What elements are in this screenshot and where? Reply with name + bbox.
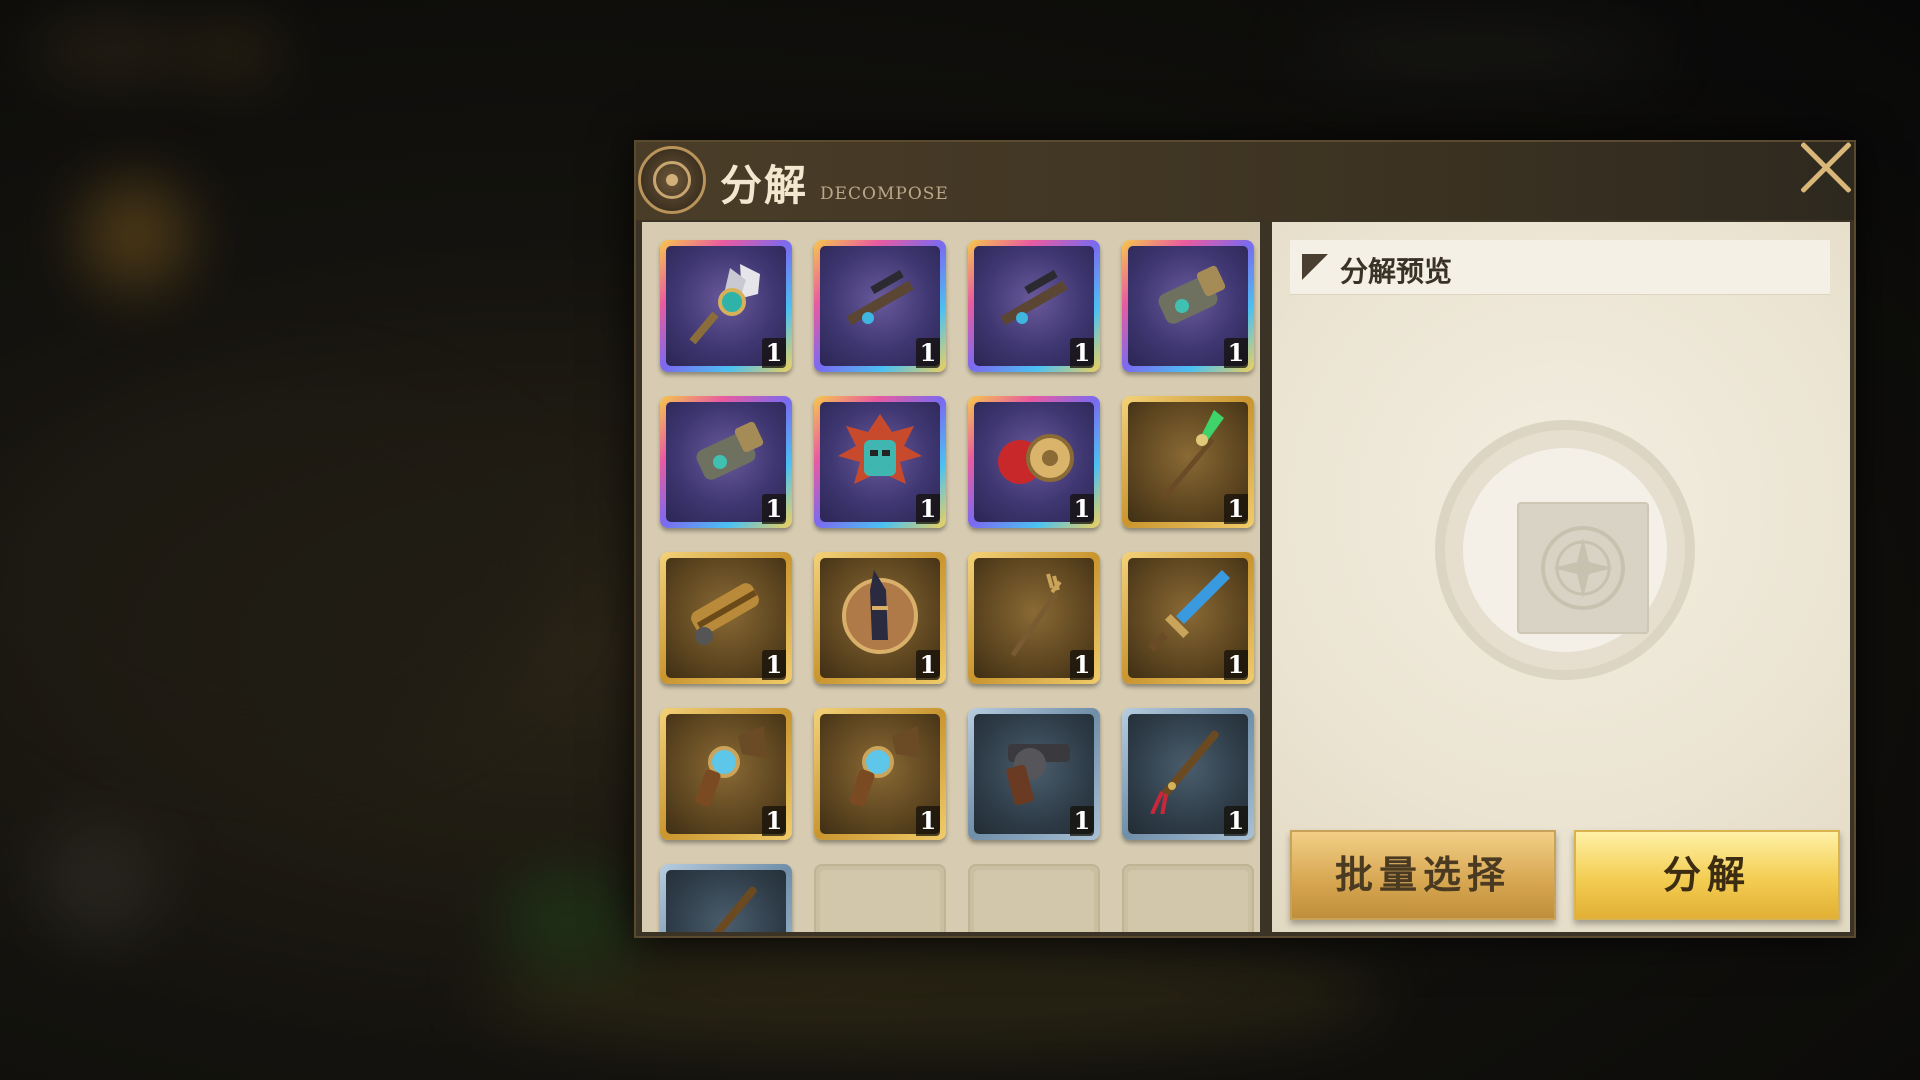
crystal-sword-icon — [1148, 570, 1230, 652]
item-count: 1 — [1070, 338, 1094, 368]
gear-emblem-icon — [638, 146, 706, 214]
item-count: 1 — [916, 338, 940, 368]
decompose-dialog: 分解 DECOMPOSE 1 1 1 1 1 1 1 1 1 1 1 1 1 1 1 1 分解预览 批量选择 — [634, 140, 1856, 938]
horn-blunderbuss-icon — [695, 726, 766, 807]
preview-header: 分解预览 — [1290, 240, 1830, 295]
antler-staff-icon — [1010, 573, 1062, 657]
empty-item-slot — [814, 864, 946, 932]
item-slot[interactable] — [660, 864, 792, 932]
dialog-title: 分解 — [720, 161, 809, 210]
empty-slot-frame — [1128, 870, 1248, 932]
arm-cannon-icon — [1158, 265, 1226, 324]
item-grid: 1 1 1 1 1 1 1 1 1 1 1 1 1 1 1 1 — [660, 240, 1254, 932]
item-slot[interactable]: 1 — [660, 240, 792, 372]
item-count: 1 — [1224, 494, 1248, 524]
revolver-icon — [1006, 744, 1070, 806]
apple-and-ring-icon — [998, 434, 1074, 484]
empty-slot-frame — [820, 870, 940, 932]
item-slot[interactable]: 1 — [968, 552, 1100, 684]
item-count: 1 — [1070, 650, 1094, 680]
close-button[interactable] — [1796, 138, 1856, 198]
dialog-subtitle: DECOMPOSE — [820, 184, 949, 204]
tasseled-rod-icon — [699, 886, 757, 932]
preview-title: 分解预览 — [1340, 255, 1453, 288]
item-count: 1 — [916, 806, 940, 836]
preview-result-slot — [1517, 502, 1649, 634]
item-slot[interactable]: 1 — [660, 396, 792, 528]
jade-spear-icon — [1162, 410, 1224, 500]
item-count: 1 — [762, 494, 786, 524]
item-count: 1 — [1224, 338, 1248, 368]
sniper-rifle-icon — [1000, 270, 1068, 326]
item-slot[interactable]: 1 — [660, 552, 792, 684]
preview-ring — [1463, 448, 1667, 652]
item-slot[interactable]: 1 — [660, 708, 792, 840]
item-slot[interactable]: 1 — [814, 240, 946, 372]
item-count: 1 — [916, 494, 940, 524]
dialog-header: 分解 DECOMPOSE — [636, 142, 1854, 220]
compass-icon — [1541, 526, 1625, 610]
empty-slot-frame — [974, 870, 1094, 932]
flag-icon — [1302, 254, 1328, 280]
item-count: 1 — [762, 650, 786, 680]
item-slot[interactable]: 1 — [1122, 396, 1254, 528]
item-slot[interactable]: 1 — [968, 396, 1100, 528]
item-slot[interactable]: 1 — [968, 240, 1100, 372]
item-slot[interactable]: 1 — [814, 708, 946, 840]
gatling-gun-icon — [691, 583, 759, 645]
item-grid-panel[interactable]: 1 1 1 1 1 1 1 1 1 1 1 1 1 1 1 1 — [642, 222, 1260, 932]
item-count: 1 — [762, 338, 786, 368]
item-slot[interactable]: 1 — [1122, 708, 1254, 840]
item-count: 1 — [1070, 494, 1094, 524]
item-slot[interactable]: 1 — [814, 396, 946, 528]
tribal-mask-icon — [838, 414, 922, 484]
item-count: 1 — [916, 650, 940, 680]
sniper-rifle-icon — [846, 270, 914, 326]
item-slot[interactable]: 1 — [1122, 240, 1254, 372]
item-count: 1 — [1224, 650, 1248, 680]
empty-item-slot — [968, 864, 1100, 932]
anubis-shield-icon — [842, 570, 918, 654]
horn-blunderbuss-icon — [849, 726, 920, 807]
item-slot[interactable]: 1 — [1122, 552, 1254, 684]
arm-cannon-icon — [696, 421, 764, 480]
feather-scepter-icon — [689, 264, 760, 345]
decompose-preview-panel: 分解预览 批量选择 分解 — [1272, 222, 1850, 932]
preview-emblem — [1445, 430, 1685, 670]
item-slot[interactable]: 1 — [968, 708, 1100, 840]
item-slot[interactable]: 1 — [814, 552, 946, 684]
tasseled-rod-icon — [1150, 730, 1219, 814]
item-count: 1 — [762, 806, 786, 836]
decompose-button[interactable]: 分解 — [1574, 830, 1840, 920]
item-count: 1 — [1224, 806, 1248, 836]
item-count: 1 — [1070, 806, 1094, 836]
batch-select-button[interactable]: 批量选择 — [1290, 830, 1556, 920]
empty-item-slot — [1122, 864, 1254, 932]
